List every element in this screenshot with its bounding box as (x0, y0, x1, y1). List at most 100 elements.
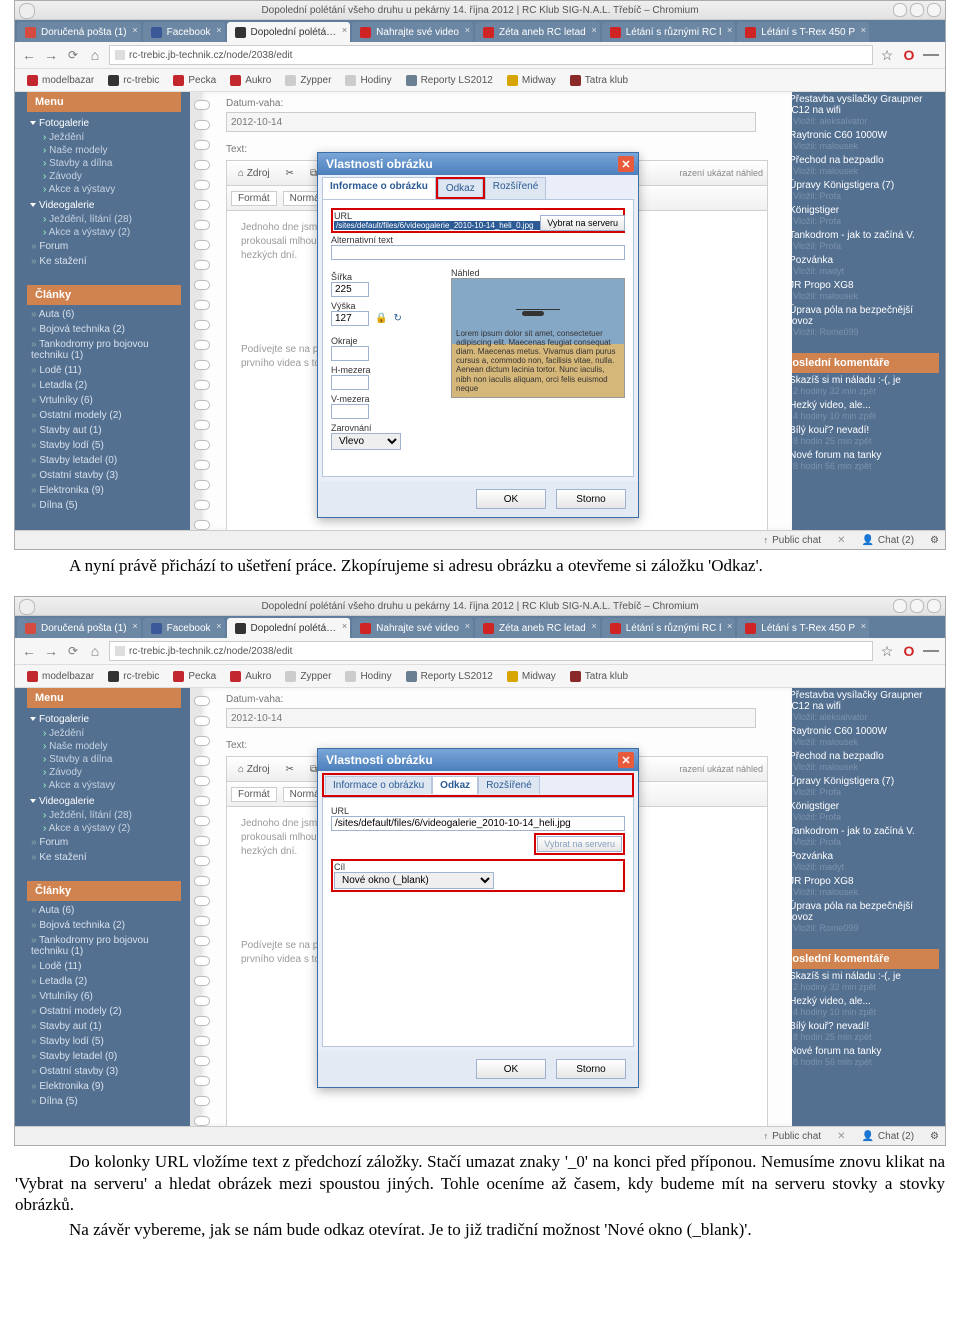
sidebar-item[interactable]: Lodě (11) (27, 959, 181, 974)
tab-link[interactable]: Odkaz (432, 776, 478, 794)
tab-close-icon[interactable]: × (591, 621, 596, 631)
bookmark-star-icon[interactable]: ☆ (879, 643, 895, 659)
target-select[interactable]: Nové okno (_blank) (334, 872, 494, 889)
rside-item[interactable]: Pozvánka (777, 849, 939, 862)
forward-button[interactable]: → (43, 47, 59, 63)
tab-close-icon[interactable]: × (727, 621, 732, 631)
sidebar-subitem[interactable]: Akce a výstavy (2) (27, 822, 181, 835)
bookmark-item[interactable]: Midway (501, 669, 562, 684)
home-button[interactable]: ⌂ (87, 47, 103, 63)
dialog-close-icon[interactable]: ✕ (618, 156, 634, 172)
rside-item[interactable]: Nové forum na tanky (777, 1044, 939, 1057)
source-button[interactable]: ⌂ Zdroj (231, 761, 277, 778)
browser-tab[interactable]: Doručená pošta (1)× (17, 22, 141, 42)
tab-image-info[interactable]: Informace o obrázku (325, 776, 432, 794)
close-window-button[interactable] (927, 599, 941, 613)
sidebar-subitem[interactable]: Ježdění, lítání (28) (27, 213, 181, 226)
sidebar-subitem[interactable]: Stavby a dílna (27, 753, 181, 766)
browser-tab[interactable]: Nahrajte své video× (352, 618, 473, 638)
home-button[interactable]: ⌂ (87, 643, 103, 659)
cancel-button[interactable]: Storno (556, 1059, 626, 1079)
bookmark-item[interactable]: rc-trebic (102, 669, 165, 684)
maximize-button[interactable] (910, 599, 924, 613)
sidebar-subitem[interactable]: Závody (27, 170, 181, 183)
browser-tab[interactable]: Létání s T-Rex 450 P× (737, 22, 869, 42)
bookmark-item[interactable]: Aukro (224, 73, 277, 88)
bookmark-item[interactable]: Hodiny (339, 73, 397, 88)
url-input[interactable] (331, 816, 625, 831)
rside-item[interactable]: JR Propo XG8 (777, 278, 939, 291)
sidebar-subitem[interactable]: Ježdění (27, 727, 181, 740)
rside-item[interactable]: Úpravy Königstigera (7) (777, 178, 939, 191)
sidebar-item[interactable]: Forum (27, 239, 181, 254)
hamburger-menu-icon[interactable] (923, 47, 939, 63)
bookmark-item[interactable]: Reporty LS2012 (400, 669, 499, 684)
hamburger-menu-icon[interactable] (923, 643, 939, 659)
tab-close-icon[interactable]: × (465, 621, 470, 631)
format-select[interactable]: Formát (231, 787, 277, 802)
sidebar-item[interactable]: Elektronika (9) (27, 1079, 181, 1094)
tab-advanced[interactable]: Rozšířené (478, 776, 540, 794)
sidebar-item[interactable]: Stavby letadel (0) (27, 1049, 181, 1064)
public-chat-button[interactable]: ↑Public chat (758, 535, 827, 546)
bookmark-item[interactable]: Midway (501, 73, 562, 88)
sidebar-subitem[interactable]: Akce a výstavy (27, 779, 181, 792)
sidebar-subitem[interactable]: Ježdění, lítání (28) (27, 809, 181, 822)
maximize-button[interactable] (910, 3, 924, 17)
chat-close-icon[interactable]: ✕ (837, 1131, 845, 1142)
cut-icon[interactable]: ✂ (279, 761, 301, 778)
select-on-server-button[interactable]: Vybrat na serveru (540, 215, 625, 231)
width-input[interactable] (331, 282, 369, 297)
browser-tab[interactable]: Zéta aneb RC letad× (475, 618, 600, 638)
rside-item[interactable]: Úpravy Königstigera (7) (777, 774, 939, 787)
rside-item[interactable]: Raytronic C60 1000W (777, 128, 939, 141)
tab-close-icon[interactable]: × (216, 25, 221, 35)
tab-close-icon[interactable]: × (216, 621, 221, 631)
sidebar-item[interactable]: Stavby aut (1) (27, 423, 181, 438)
sidebar-item[interactable]: Ostatní modely (2) (27, 408, 181, 423)
chat-button[interactable]: 👤 Chat (2) (855, 1131, 920, 1142)
rside-item[interactable]: Pozvánka (777, 253, 939, 266)
tab-close-icon[interactable]: × (132, 25, 137, 35)
cancel-button[interactable]: Storno (556, 489, 626, 509)
browser-tab[interactable]: Zéta aneb RC letad× (475, 22, 600, 42)
cat-videogalerie[interactable]: Videogalerie (27, 196, 181, 213)
cat-fotogalerie[interactable]: Fotogalerie (27, 114, 181, 131)
sidebar-subitem[interactable]: Akce a výstavy (27, 183, 181, 196)
sidebar-item[interactable]: Dílna (5) (27, 498, 181, 513)
cut-icon[interactable]: ✂ (279, 165, 301, 182)
sidebar-item[interactable]: Forum (27, 835, 181, 850)
rside-item[interactable]: Skazíš si mi náladu :-(, je (777, 969, 939, 982)
rside-item[interactable]: Hezký video, ale... (777, 994, 939, 1007)
tab-close-icon[interactable]: × (861, 25, 866, 35)
tab-close-icon[interactable]: × (465, 25, 470, 35)
browser-tab[interactable]: Doručená pošta (1)× (17, 618, 141, 638)
tab-close-icon[interactable]: × (132, 621, 137, 631)
browser-tab[interactable]: Létání s různými RC l× (602, 22, 736, 42)
bookmark-item[interactable]: Tatra klub (564, 73, 634, 88)
tab-close-icon[interactable]: × (727, 25, 732, 35)
public-chat-button[interactable]: ↑Public chat (758, 1131, 827, 1142)
ok-button[interactable]: OK (476, 1059, 546, 1079)
tab-image-info[interactable]: Informace o obrázku (322, 177, 436, 199)
bookmark-item[interactable]: Hodiny (339, 669, 397, 684)
sidebar-item[interactable]: Ostatní stavby (3) (27, 1064, 181, 1079)
sidebar-item[interactable]: Tankodromy pro bojovou techniku (1) (27, 337, 181, 363)
cat-videogalerie[interactable]: Videogalerie (27, 792, 181, 809)
bookmark-item[interactable]: Tatra klub (564, 669, 634, 684)
rside-item[interactable]: Přechod na bezpadlo (777, 749, 939, 762)
sidebar-item[interactable]: Stavby letadel (0) (27, 453, 181, 468)
date-input[interactable] (226, 112, 756, 132)
browser-tab[interactable]: Facebook× (143, 22, 225, 42)
address-bar[interactable]: rc-trebic.jb-technik.cz/node/2038/edit (109, 641, 873, 661)
align-select[interactable]: Vlevo (331, 433, 401, 450)
tab-close-icon[interactable]: × (861, 621, 866, 631)
rside-item[interactable]: Raytronic C60 1000W (777, 724, 939, 737)
bookmark-item[interactable]: Reporty LS2012 (400, 73, 499, 88)
chat-settings-icon[interactable]: ⚙ (930, 535, 939, 546)
height-input[interactable] (331, 311, 369, 326)
back-button[interactable]: ← (21, 643, 37, 659)
back-button[interactable]: ← (21, 47, 37, 63)
sidebar-item[interactable]: Auta (6) (27, 903, 181, 918)
rside-item[interactable]: Bílý kouř? nevadí! (777, 423, 939, 436)
